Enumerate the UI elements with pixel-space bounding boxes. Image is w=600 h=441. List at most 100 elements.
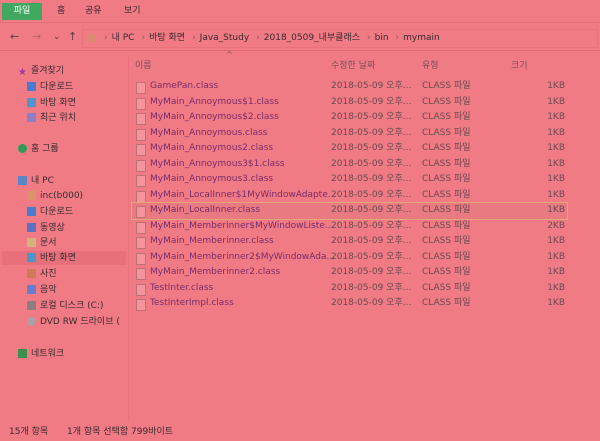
sidebar-item-downloads[interactable]: 다운로드 <box>27 80 73 94</box>
status-bar: 15개 항목 1개 항목 선택함 799바이트 <box>0 423 600 441</box>
breadcrumb-desktop[interactable]: 바탕 화면 <box>149 33 185 43</box>
file-row[interactable]: MyMain_Annoymous$1.class 2018-05-09 오후...… <box>132 95 567 111</box>
tab-home[interactable]: 홈 <box>57 3 65 20</box>
navigation-pane: ★ 즐겨찾기 다운로드 바탕 화면 최근 위치 홈 그룹 내 PC inc(b00… <box>0 55 129 420</box>
breadcrumb-project[interactable]: 2018_0509_내부클래스 <box>264 33 360 43</box>
file-icon <box>136 128 146 141</box>
sidebar-label: DVD RW 드라이브 ( <box>40 317 120 327</box>
up-icon[interactable]: ↑ <box>68 30 77 43</box>
download-folder-icon <box>27 207 36 216</box>
breadcrumb-mymain[interactable]: mymain <box>403 33 440 43</box>
selection-info: 1개 항목 선택함 799바이트 <box>67 427 174 437</box>
desktop-folder-icon <box>27 253 36 262</box>
sidebar-favorites[interactable]: ★ 즐겨찾기 <box>18 64 64 78</box>
file-date: 2018-05-09 오후... <box>331 205 412 215</box>
breadcrumb-this-pc[interactable]: 내 PC <box>112 33 135 43</box>
file-date: 2018-05-09 오후... <box>331 282 412 293</box>
sidebar-item-desktop-pc[interactable]: 바탕 화면 <box>2 251 126 265</box>
file-type: CLASS 파일 <box>422 236 471 246</box>
file-icon <box>136 82 146 94</box>
hard-drive-icon <box>27 301 36 310</box>
sidebar-item-local-disk[interactable]: 로컬 디스크 (C:) <box>27 299 103 313</box>
column-date[interactable]: 수정한 날짜 <box>331 58 375 71</box>
column-type[interactable]: 유형 <box>422 58 439 71</box>
sidebar-item-downloads-pc[interactable]: 다운로드 <box>27 205 73 219</box>
file-row[interactable]: MyMain_Memberinner2.class 2018-05-09 오후..… <box>132 265 567 281</box>
star-icon: ★ <box>18 67 27 78</box>
breadcrumb-bin[interactable]: bin <box>375 33 389 43</box>
file-row[interactable]: MyMain_Memberinner.class 2018-05-09 오후...… <box>132 234 567 250</box>
sidebar-item-network-drive[interactable]: inc(b000) <box>27 189 83 203</box>
sidebar-item-dvd[interactable]: DVD RW 드라이브 ( <box>27 315 120 329</box>
tab-view[interactable]: 보기 <box>124 3 141 20</box>
sidebar-label: 다운로드 <box>40 207 74 217</box>
homegroup-icon <box>18 144 27 153</box>
sidebar-item-recent[interactable]: 최근 위치 <box>27 111 76 125</box>
desktop-folder-icon <box>27 98 36 107</box>
folder-icon <box>87 33 96 42</box>
column-name[interactable]: 이름 <box>135 58 152 71</box>
file-row[interactable]: MyMain_Annoymous3.class 2018-05-09 오후... C… <box>132 172 567 188</box>
file-name: MyMain_Annoymous$1.class <box>150 96 279 107</box>
sidebar-label: 사진 <box>40 269 57 279</box>
sidebar-homegroup[interactable]: 홈 그룹 <box>18 142 59 156</box>
file-size: 1KB <box>547 282 565 293</box>
sidebar-item-music[interactable]: 음악 <box>27 283 57 297</box>
file-type: CLASS 파일 <box>422 174 471 184</box>
sort-up-icon: ^ <box>226 50 233 59</box>
address-bar[interactable]: › 내 PC › 바탕 화면 › Java_Study › 2018_0509_내부클래스 › b… <box>82 29 598 48</box>
history-dropdown-icon[interactable]: ⌄ <box>53 32 61 42</box>
sidebar-label: 다운로드 <box>40 82 74 92</box>
forward-icon[interactable]: → <box>32 30 41 43</box>
tab-share[interactable]: 공유 <box>85 3 102 20</box>
back-icon[interactable]: ← <box>10 30 19 43</box>
file-list: GamePan.class 2018-05-09 오후... CLASS 파일 1KB… <box>131 79 568 312</box>
sidebar-item-pictures[interactable]: 사진 <box>27 267 57 281</box>
file-name: MyMain_Memberinner2$MyWindowAda... <box>150 251 336 262</box>
file-name: MyMain_LocalInner.class <box>150 205 261 215</box>
file-type: CLASS 파일 <box>422 220 471 231</box>
file-row[interactable]: MyMain_Memberinner$MyWindowListe... 2018-… <box>132 219 567 235</box>
dvd-drive-icon <box>27 317 36 326</box>
file-name: MyMain_Annoymous$2.class <box>150 112 279 122</box>
file-row[interactable]: TestInterImpl.class 2018-05-09 오후... CLASS… <box>132 296 567 312</box>
file-type: CLASS 파일 <box>422 112 471 122</box>
sidebar-item-documents[interactable]: 문서 <box>27 236 57 250</box>
file-size: 1KB <box>547 112 565 122</box>
file-row[interactable]: MyMain_Annoymous3$1.class 2018-05-09 오후..… <box>132 157 567 173</box>
file-row[interactable]: MyMain_Annoymous$2.class 2018-05-09 오후...… <box>132 110 567 126</box>
file-row[interactable]: TestInter.class 2018-05-09 오후... CLASS 파일 1… <box>132 281 567 297</box>
sidebar-label: 네트워크 <box>31 349 65 359</box>
file-row[interactable]: MyMain_Annoymous.class 2018-05-09 오후... CL… <box>132 126 567 142</box>
file-type: CLASS 파일 <box>422 189 471 200</box>
file-tab[interactable]: 파일 <box>2 3 42 20</box>
file-date: 2018-05-09 오후... <box>331 236 412 246</box>
file-icon <box>136 175 146 187</box>
file-row[interactable]: MyMain_Memberinner2$MyWindowAda... 2018-0… <box>132 250 567 266</box>
file-row[interactable]: MyMain_LocalInner.class 2018-05-09 오후... C… <box>131 202 568 220</box>
sidebar-label: 동영상 <box>40 223 65 233</box>
file-type: CLASS 파일 <box>422 81 471 91</box>
file-name: MyMain_Annoymous3.class <box>150 174 274 184</box>
sidebar-item-videos[interactable]: 동영상 <box>27 221 65 235</box>
chevron-right-icon: › <box>256 33 260 43</box>
file-icon <box>136 113 146 125</box>
breadcrumb-java-study[interactable]: Java_Study <box>200 33 250 43</box>
file-icon <box>136 97 146 110</box>
item-count: 15개 항목 <box>9 427 49 437</box>
file-icon <box>136 190 146 203</box>
file-name: TestInterImpl.class <box>150 298 234 308</box>
file-size: 1KB <box>547 143 565 153</box>
file-name: MyMain_Memberinner$MyWindowListe... <box>150 220 334 231</box>
sidebar-item-desktop[interactable]: 바탕 화면 <box>27 96 76 110</box>
file-row[interactable]: MyMain_LocalInner$1MyWindowAdapte... 2018… <box>132 188 567 204</box>
folder-icon <box>27 191 36 200</box>
ribbon: 파일 홈 공유 보기 <box>0 0 600 23</box>
file-date: 2018-05-09 오후... <box>331 81 412 91</box>
column-size[interactable]: 크기 <box>511 58 528 71</box>
sidebar-this-pc[interactable]: 내 PC <box>18 174 54 188</box>
file-row[interactable]: GamePan.class 2018-05-09 오후... CLASS 파일 1KB <box>132 79 567 95</box>
file-row[interactable]: MyMain_Annoymous2.class 2018-05-09 오후... C… <box>132 141 567 157</box>
file-icon <box>136 221 146 234</box>
sidebar-network[interactable]: 네트워크 <box>18 347 64 361</box>
